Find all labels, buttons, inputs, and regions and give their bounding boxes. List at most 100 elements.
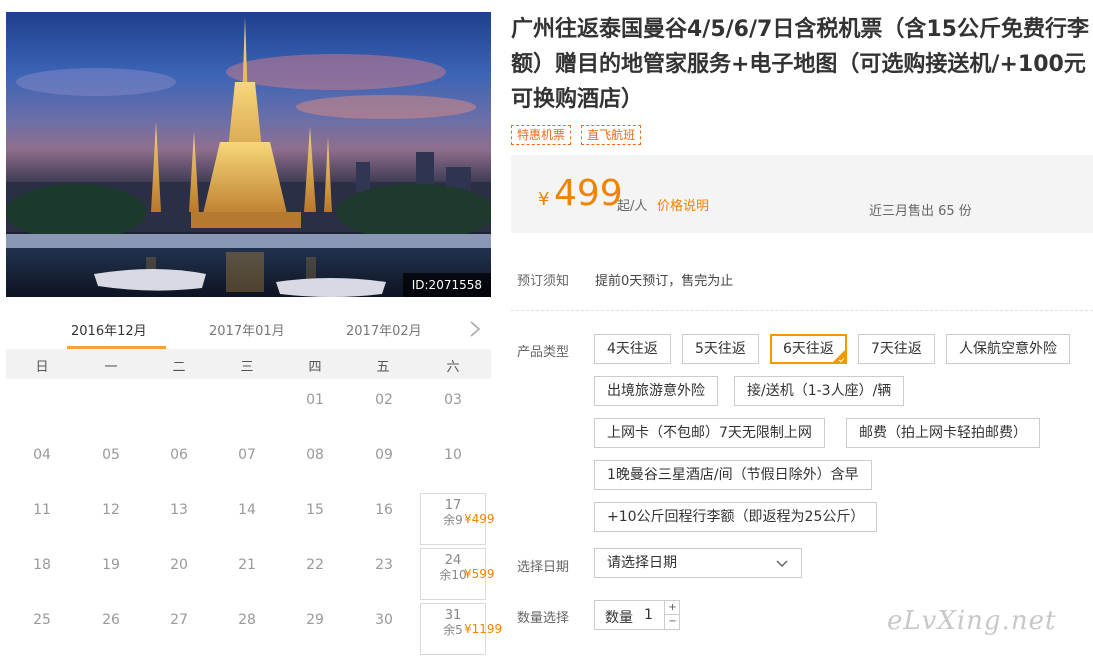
day-number: 22	[306, 557, 324, 573]
day-number: 30	[375, 612, 393, 628]
quantity-stepper: 数量 1 + −	[594, 600, 680, 630]
quantity-field-label: 数量	[605, 610, 633, 626]
weekday-mon: 一	[104, 360, 118, 375]
price-explain-link[interactable]: 价格说明	[657, 195, 709, 214]
calendar-day-25: 25	[9, 603, 75, 655]
calendar-day-26: 26	[78, 603, 144, 655]
product-photo: ID:2071558	[6, 12, 491, 297]
calendar-month-tabs: 2016年12月 2017年01月 2017年02月	[6, 312, 491, 349]
day-number: 12	[102, 502, 120, 518]
option-5day-roundtrip[interactable]: 5天往返	[682, 334, 759, 364]
option-4day-roundtrip[interactable]: 4天往返	[594, 334, 671, 364]
tab-month-2017-01[interactable]: 2017年01月	[209, 320, 285, 339]
calendar-day-03: 03	[420, 383, 486, 435]
quantity-decrease-button[interactable]: −	[664, 615, 680, 629]
tab-month-2017-02[interactable]: 2017年02月	[346, 320, 422, 339]
calendar-day-16: 16	[351, 493, 417, 545]
day-price: ¥499	[464, 512, 495, 526]
booking-note-text: 提前0天预订，售完为止	[595, 274, 734, 289]
calendar-day-08: 08	[282, 438, 348, 490]
day-number: 03	[444, 392, 462, 408]
section-divider	[511, 310, 1093, 311]
day-number: 28	[238, 612, 256, 628]
calendar-day-06: 06	[146, 438, 212, 490]
weekday-wed: 三	[240, 360, 254, 375]
calendar-day-12: 12	[78, 493, 144, 545]
tag-special-ticket: 特惠机票	[511, 125, 572, 145]
tag-direct-flight: 直飞航班	[581, 125, 642, 145]
weekday-thu: 四	[308, 360, 322, 375]
product-title: 广州往返泰国曼谷4/5/6/7日含税机票（含15公斤免费行李额）赠目的地管家服务…	[511, 17, 1089, 112]
weekday-sun: 日	[35, 360, 49, 375]
calendar-day-11: 11	[9, 493, 75, 545]
calendar-day-04: 04	[9, 438, 75, 490]
option-bangkok-hotel[interactable]: 1晚曼谷三星酒店/间（节假日除外）含早	[594, 460, 872, 490]
temple-illustration	[6, 17, 491, 297]
calendar-day-24[interactable]: 24 ¥599 余10	[420, 548, 495, 600]
product-tags: 特惠机票 直飞航班	[511, 124, 646, 145]
day-number: 15	[306, 502, 324, 518]
calendar-day-02: 02	[351, 383, 417, 435]
day-number: 14	[238, 502, 256, 518]
day-number: 16	[375, 502, 393, 518]
day-number: 11	[33, 502, 51, 518]
option-6day-label: 6天往返	[783, 341, 834, 357]
day-number: 27	[170, 612, 188, 628]
tab-month-2016-12[interactable]: 2016年12月	[71, 320, 147, 339]
day-number: 25	[33, 612, 51, 628]
day-price: ¥599	[464, 567, 495, 581]
option-7day-roundtrip[interactable]: 7天往返	[858, 334, 935, 364]
sold-count: 近三月售出 65 份	[869, 204, 972, 219]
calendar-day-14: 14	[214, 493, 280, 545]
day-number: 29	[306, 612, 324, 628]
price-unit: 起/人	[617, 199, 648, 214]
date-select-dropdown[interactable]: 请选择日期	[594, 548, 802, 578]
day-number: 18	[33, 557, 51, 573]
day-number: 05	[102, 447, 120, 463]
date-select-placeholder: 请选择日期	[607, 555, 677, 571]
option-picc-air-insurance[interactable]: 人保航空意外险	[946, 334, 1070, 364]
day-number: 07	[238, 447, 256, 463]
option-postage[interactable]: 邮费（拍上网卡轻拍邮费）	[846, 418, 1040, 448]
day-number: 24	[444, 553, 462, 568]
calendar-day-15: 15	[282, 493, 348, 545]
day-number: 06	[170, 447, 188, 463]
date-select-label: 选择日期	[517, 560, 570, 575]
calendar-day-09: 09	[351, 438, 417, 490]
day-number: 17	[444, 498, 462, 513]
calendar-day-20: 20	[146, 548, 212, 600]
calendar-day-07: 07	[214, 438, 280, 490]
option-airport-transfer[interactable]: 接/送机（1-3人座）/辆	[734, 376, 905, 406]
quantity-value[interactable]: 1	[644, 607, 653, 623]
calendar-day-01: 01	[282, 383, 348, 435]
calendar-day-30: 30	[351, 603, 417, 655]
day-number: 20	[170, 557, 188, 573]
option-travel-insurance[interactable]: 出境旅游意外险	[594, 376, 718, 406]
option-sim-card[interactable]: 上网卡（不包邮）7天无限制上网	[594, 418, 825, 448]
day-number: 04	[33, 447, 51, 463]
calendar-day-19: 19	[78, 548, 144, 600]
price-panel: ¥ 499 起/人 价格说明 近三月售出 65 份	[511, 155, 1093, 233]
day-number: 31	[444, 608, 462, 623]
quantity-increase-button[interactable]: +	[664, 601, 680, 615]
calendar-weekday-header: 日 一 二 三 四 五 六	[6, 349, 491, 379]
calendar-day-17[interactable]: 17 ¥499 余9	[420, 493, 495, 545]
booking-note-label: 预订须知	[517, 274, 570, 289]
product-type-label: 产品类型	[517, 345, 570, 360]
calendar-day-28: 28	[214, 603, 280, 655]
option-6day-roundtrip[interactable]: 6天往返	[770, 334, 847, 364]
calendar-day-31[interactable]: 31 ¥1199 余5	[420, 603, 502, 655]
day-number: 21	[238, 557, 256, 573]
option-extra-baggage[interactable]: +10公斤回程行李额（即返程为25公斤）	[594, 502, 878, 532]
day-number: 08	[306, 447, 324, 463]
chevron-right-icon[interactable]	[468, 320, 482, 338]
day-number: 10	[444, 447, 462, 463]
weekday-fri: 五	[376, 360, 390, 375]
calendar-day-21: 21	[214, 548, 280, 600]
currency-symbol: ¥	[538, 189, 550, 210]
photo-id-badge: ID:2071558	[402, 273, 491, 297]
site-watermark: eLvXing.net	[887, 606, 1057, 636]
calendar-day-27: 27	[146, 603, 212, 655]
calendar-day-10: 10	[420, 438, 486, 490]
day-number: 09	[375, 447, 393, 463]
